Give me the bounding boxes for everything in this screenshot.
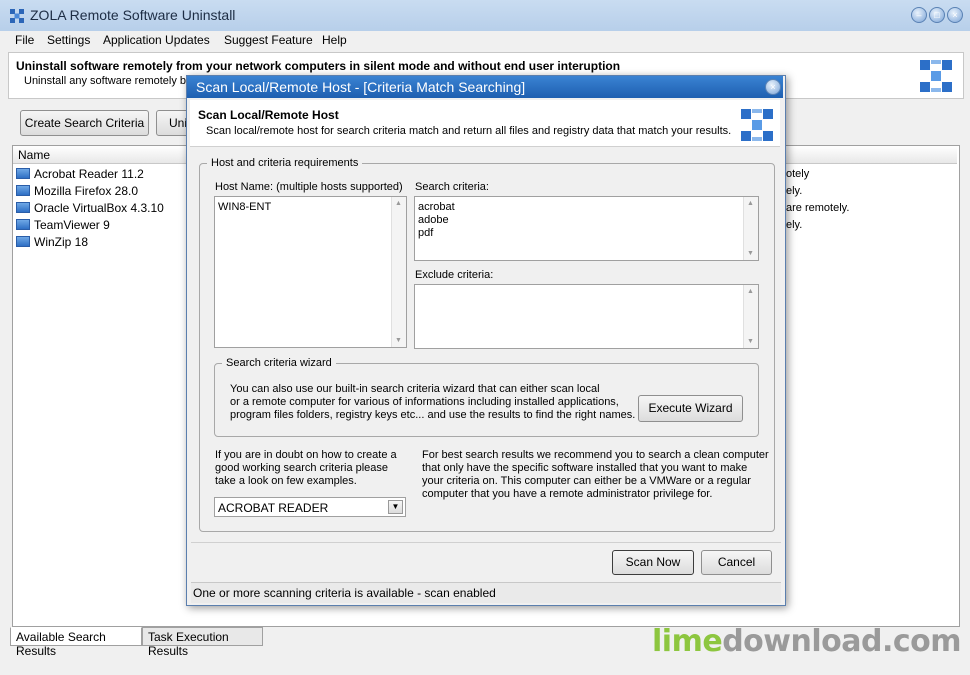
dropdown-arrow-icon[interactable]: ▼	[388, 500, 403, 514]
exclude-criteria-label: Exclude criteria:	[415, 269, 494, 281]
wizard-text-line: program files folders, registry keys etc…	[230, 409, 636, 421]
list-item-description: ely.	[786, 185, 803, 197]
column-name-header[interactable]: Name	[18, 148, 50, 162]
cancel-button[interactable]: Cancel	[701, 550, 772, 575]
dialog-status-bar: One or more scanning criteria is availab…	[191, 582, 781, 603]
main-title-bar: ZOLA Remote Software Uninstall – □ ×	[0, 0, 970, 32]
list-item[interactable]: Acrobat Reader 11.2	[16, 167, 144, 181]
banner-subtitle: Uninstall any software remotely bas	[24, 75, 198, 87]
banner-title: Uninstall software remotely from your ne…	[16, 59, 621, 73]
execute-wizard-button[interactable]: Execute Wizard	[638, 395, 743, 422]
minimize-icon[interactable]: –	[911, 7, 927, 23]
dialog-title: Scan Local/Remote Host - [Criteria Match…	[196, 79, 526, 95]
scrollbar[interactable]: ▲ ▼	[391, 197, 406, 347]
tip-text-line: your criteria on. This computer can eith…	[422, 475, 751, 487]
program-icon	[16, 219, 30, 230]
create-search-criteria-button[interactable]: Create Search Criteria	[20, 110, 149, 136]
app-grid-icon	[920, 60, 952, 92]
wizard-group-label: Search criteria wizard	[222, 357, 336, 369]
list-item[interactable]: Mozilla Firefox 28.0	[16, 184, 138, 198]
menu-suggest-feature[interactable]: Suggest Feature	[224, 33, 313, 47]
list-item[interactable]: Oracle VirtualBox 4.3.10	[16, 201, 164, 215]
doubt-text-line: good working search criteria please	[215, 462, 389, 474]
doubt-text-line: take a look on few examples.	[215, 475, 357, 487]
watermark: limedownload.com	[652, 624, 962, 659]
criteria-group-label: Host and criteria requirements	[207, 157, 363, 169]
list-item[interactable]: WinZip 18	[16, 235, 88, 249]
search-criteria-label: Search criteria:	[415, 181, 489, 193]
program-icon	[16, 236, 30, 247]
menu-settings[interactable]: Settings	[47, 33, 90, 47]
tab-available-search-results[interactable]: Available Search Results	[10, 627, 142, 658]
dialog-description: Scan local/remote host for search criter…	[206, 125, 732, 137]
program-icon	[16, 202, 30, 213]
tip-text-line: For best search results we recommend you…	[422, 449, 769, 461]
doubt-text-line: If you are in doubt on how to create a	[215, 449, 397, 461]
host-name-label: Host Name: (multiple hosts supported)	[215, 181, 403, 193]
status-text: One or more scanning criteria is availab…	[193, 586, 496, 600]
maximize-icon[interactable]: □	[929, 7, 945, 23]
program-icon	[16, 168, 30, 179]
app-grid-icon	[741, 109, 773, 141]
menu-application-updates[interactable]: Application Updates	[103, 33, 210, 47]
program-icon	[16, 185, 30, 196]
wizard-text-line: You can also use our built-in search cri…	[230, 383, 600, 395]
scan-now-button[interactable]: Scan Now	[612, 550, 694, 575]
list-item[interactable]: TeamViewer 9	[16, 218, 110, 232]
list-item-description: ely.	[786, 219, 803, 231]
list-item-description: are remotely.	[786, 202, 850, 214]
scrollbar[interactable]: ▲ ▼	[743, 197, 758, 260]
tip-text-line: computer that you have a remote administ…	[422, 488, 713, 500]
close-icon[interactable]: ×	[947, 7, 963, 23]
list-item-description: otely	[786, 168, 810, 180]
host-name-field[interactable]: WIN8-ENT ▲ ▼	[214, 196, 407, 348]
app-grid-icon	[10, 9, 24, 23]
scrollbar[interactable]: ▲ ▼	[743, 285, 758, 348]
search-criteria-field[interactable]: acrobat adobe pdf ▲ ▼	[414, 196, 759, 261]
dialog-heading: Scan Local/Remote Host	[198, 108, 339, 122]
exclude-criteria-field[interactable]: ▲ ▼	[414, 284, 759, 349]
menu-help[interactable]: Help	[322, 33, 347, 47]
window-title: ZOLA Remote Software Uninstall	[30, 7, 236, 23]
divider	[191, 542, 781, 543]
dialog-title-bar: Scan Local/Remote Host - [Criteria Match…	[187, 76, 783, 98]
close-icon[interactable]: ×	[765, 79, 781, 95]
tip-text-line: that only have the specific software ins…	[422, 462, 748, 474]
wizard-text-line: or a remote computer for various of info…	[230, 396, 619, 408]
menu-file[interactable]: File	[15, 33, 34, 47]
example-select[interactable]: ACROBAT READER ▼	[214, 497, 406, 517]
tab-task-execution-results[interactable]: Task Execution Results	[142, 627, 263, 658]
